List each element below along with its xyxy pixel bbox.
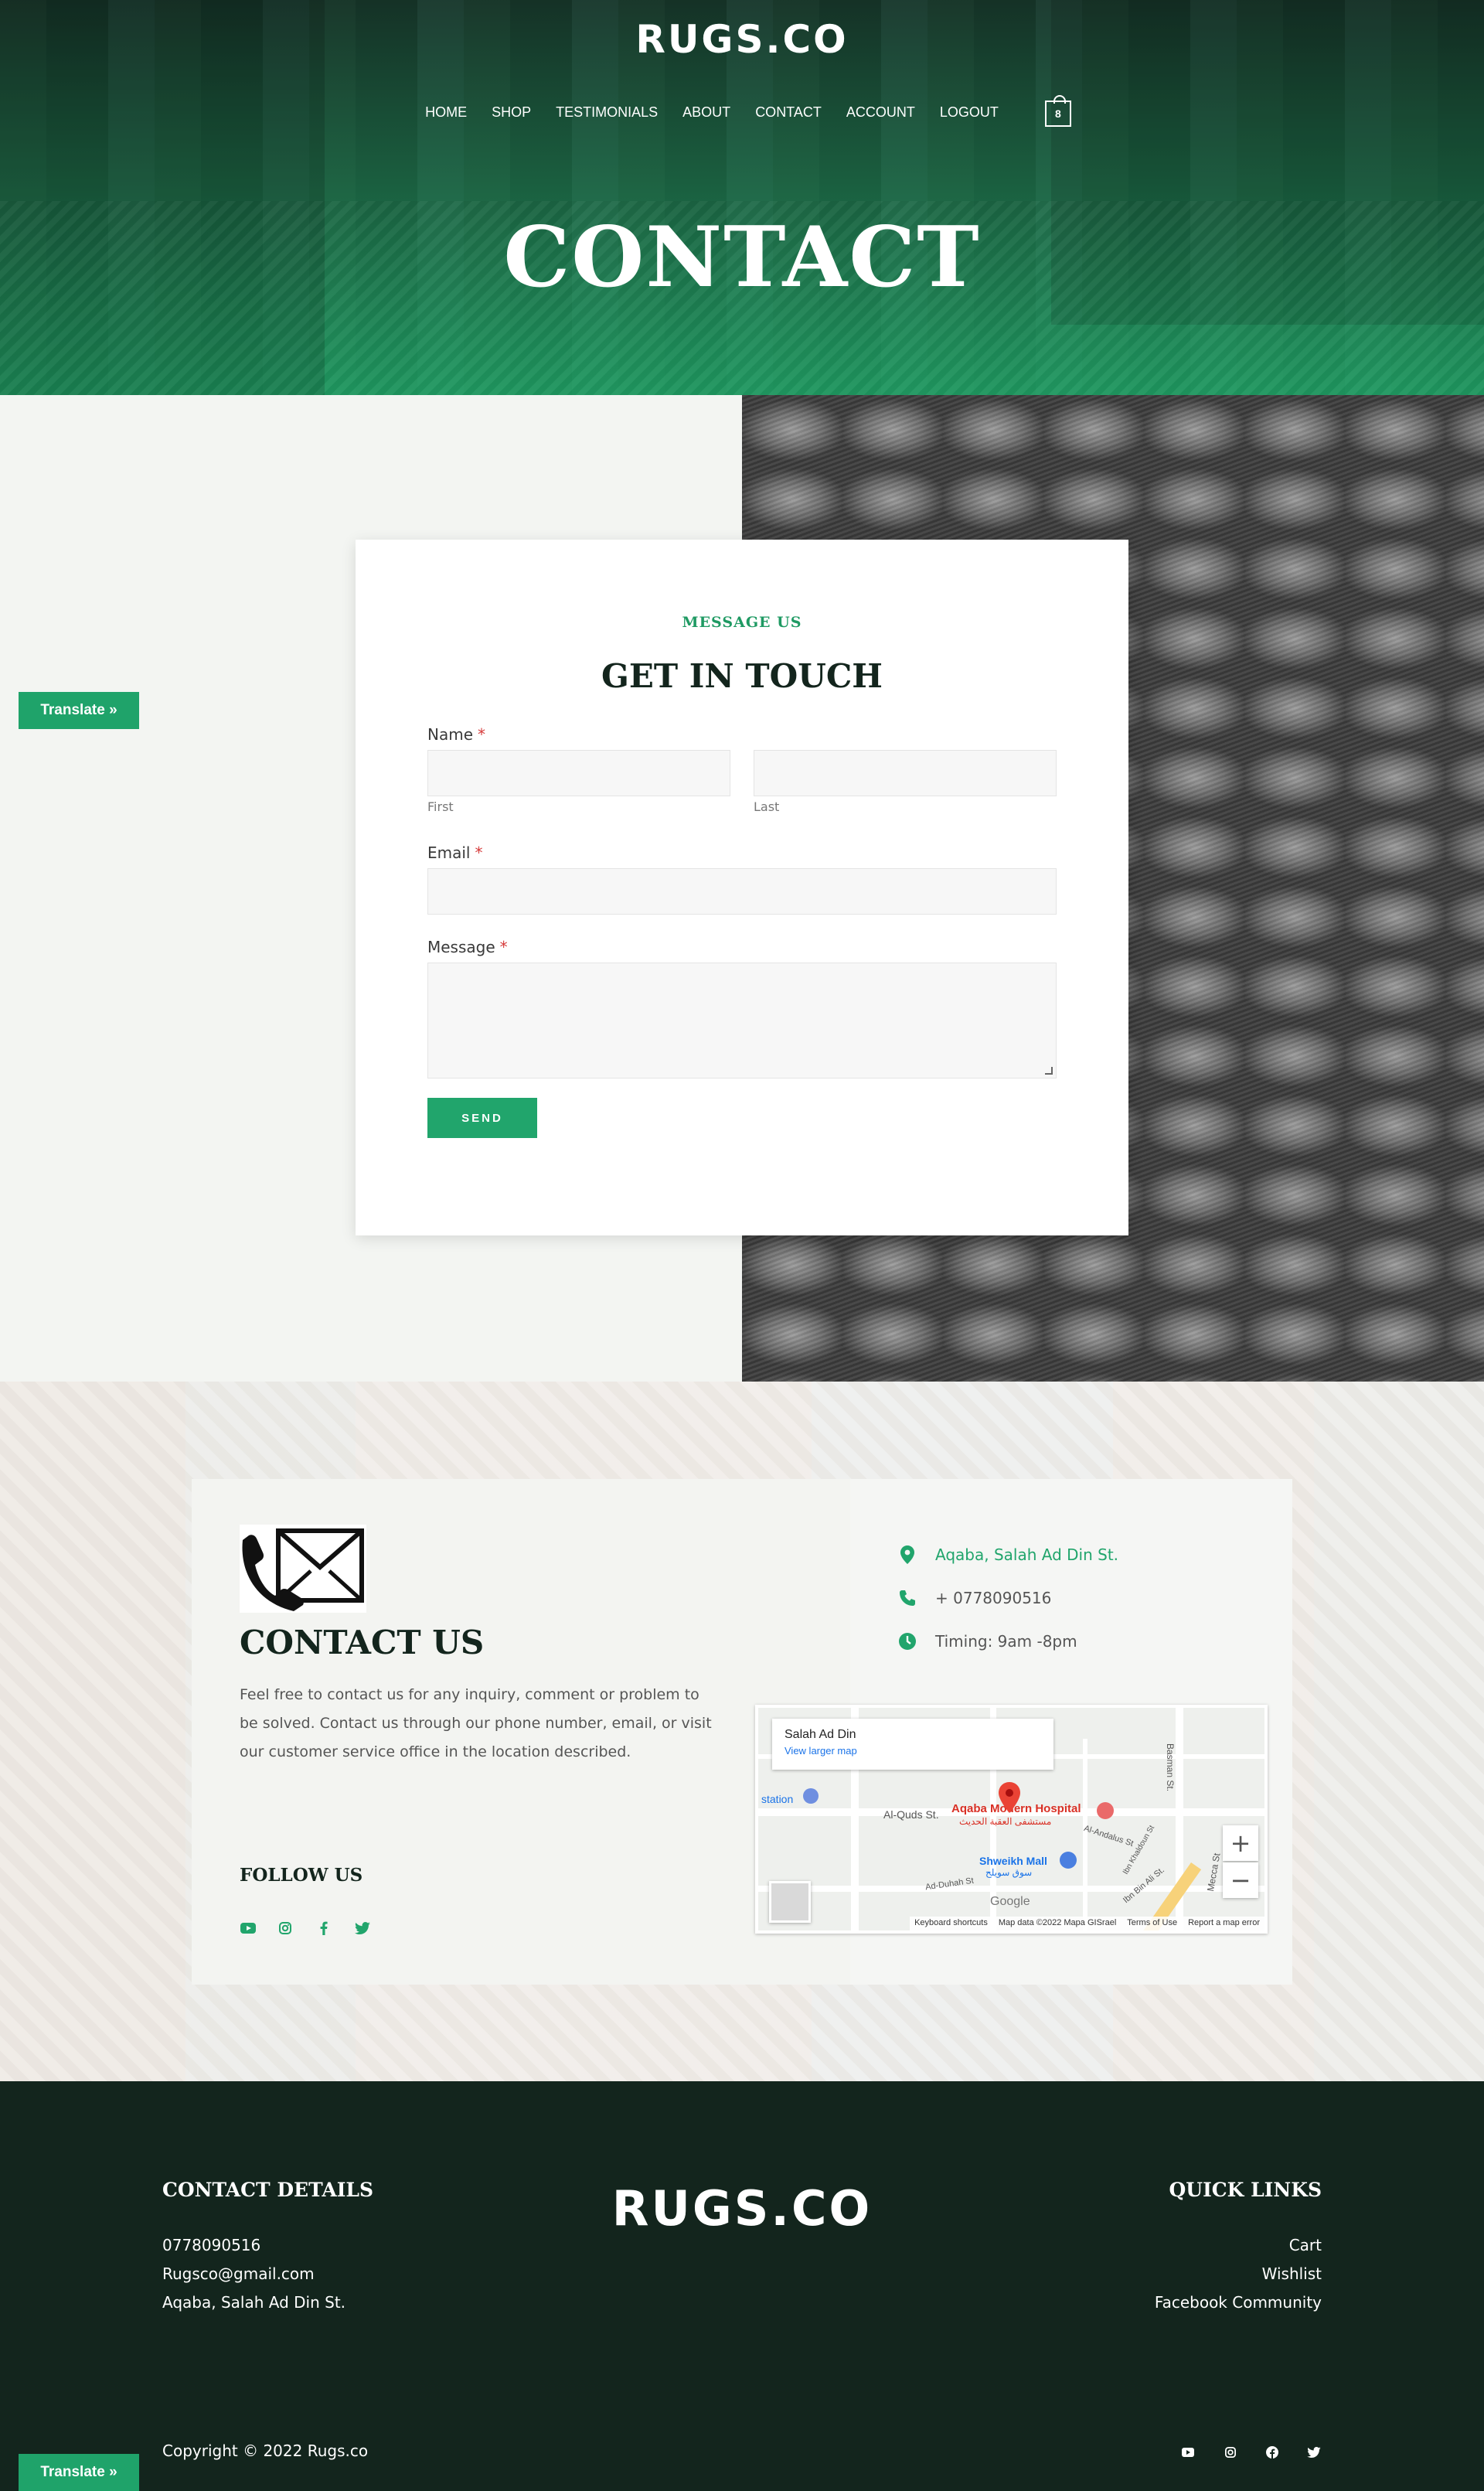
instagram-icon[interactable] bbox=[278, 1919, 292, 1937]
envelope-phone-icon bbox=[240, 1525, 366, 1613]
nav-testimonials[interactable]: TESTIMONIALS bbox=[556, 104, 658, 121]
last-name-input[interactable] bbox=[754, 750, 1057, 796]
translate-button-footer[interactable]: Translate » bbox=[19, 2454, 139, 2491]
phone-row: + 0778090516 bbox=[897, 1587, 1051, 1609]
site-footer bbox=[0, 2081, 1484, 2491]
nav-account[interactable]: ACCOUNT bbox=[846, 104, 915, 121]
address-row: Aqaba, Salah Ad Din St. bbox=[897, 1544, 1118, 1566]
site-logo[interactable]: RUGS.CO bbox=[0, 17, 1484, 62]
map-label-mall: Shweikh Mall bbox=[979, 1855, 1047, 1867]
map-data-attribution: Map data ©2022 Mapa GISrael bbox=[998, 1918, 1117, 1927]
footer-email[interactable]: Rugsco@gmail.com bbox=[162, 2264, 315, 2283]
map-place-title: Salah Ad Din bbox=[785, 1728, 856, 1741]
footer-copyright: Copyright © 2022 Rugs.co bbox=[162, 2442, 369, 2460]
main-nav: HOME SHOP TESTIMONIALS ABOUT CONTACT ACC… bbox=[0, 95, 1484, 127]
map-label-ibn-khaldoun: Ibn Khaldoun St bbox=[1122, 1824, 1157, 1876]
nav-logout[interactable]: LOGOUT bbox=[940, 104, 999, 121]
zoom-in-button[interactable]: + bbox=[1223, 1825, 1258, 1861]
footer-link-wishlist[interactable]: Wishlist bbox=[1262, 2264, 1322, 2283]
map-pin-icon[interactable] bbox=[998, 1782, 1021, 1813]
location-pin-icon bbox=[897, 1544, 918, 1566]
translate-button[interactable]: Translate » bbox=[19, 692, 139, 729]
google-map[interactable]: Salah Ad Din View larger map station Al-… bbox=[755, 1705, 1268, 1934]
resize-handle-icon[interactable] bbox=[1045, 1067, 1053, 1075]
map-label-station: station bbox=[761, 1793, 794, 1805]
contact-us-description: Feel free to contact us for any inquiry,… bbox=[240, 1686, 712, 1760]
phone-icon bbox=[897, 1587, 918, 1609]
facebook-icon[interactable] bbox=[318, 1919, 329, 1937]
footer-link-facebook-community[interactable]: Facebook Community bbox=[1155, 2293, 1322, 2312]
mall-marker-icon bbox=[1060, 1852, 1077, 1869]
message-label: Message * bbox=[427, 938, 508, 956]
footer-link-cart[interactable]: Cart bbox=[1289, 2236, 1322, 2254]
clock-icon bbox=[897, 1631, 918, 1652]
cart-icon[interactable]: 8 bbox=[1044, 95, 1071, 127]
map-label-mall-ar: سوق سويلح bbox=[985, 1867, 1033, 1878]
address-text[interactable]: Aqaba, Salah Ad Din St. bbox=[935, 1545, 1118, 1564]
required-mark: * bbox=[499, 938, 508, 956]
map-label-al-quds: Al-Quds St. bbox=[883, 1808, 939, 1821]
footer-youtube-icon[interactable] bbox=[1179, 2443, 1197, 2462]
cart-count: 8 bbox=[1054, 107, 1061, 120]
send-button[interactable]: SEND bbox=[427, 1098, 537, 1138]
message-textarea[interactable] bbox=[427, 963, 1057, 1079]
nav-shop[interactable]: SHOP bbox=[492, 104, 531, 121]
hospital-marker-icon bbox=[1097, 1802, 1114, 1819]
footer-twitter-icon[interactable] bbox=[1305, 2443, 1323, 2462]
view-larger-map-link[interactable]: View larger map bbox=[785, 1745, 1041, 1757]
zoom-out-button[interactable]: − bbox=[1223, 1862, 1258, 1898]
last-sub-label: Last bbox=[754, 799, 780, 814]
message-label-text: Message bbox=[427, 938, 495, 956]
phone-text: + 0778090516 bbox=[935, 1589, 1052, 1607]
google-logo: Google bbox=[990, 1895, 1030, 1908]
contact-form-card: MESSAGE US GET IN TOUCH Name * First Last… bbox=[356, 540, 1128, 1235]
email-field[interactable] bbox=[427, 868, 1057, 915]
map-terms-link[interactable]: Terms of Use bbox=[1127, 1918, 1177, 1929]
footer-quick-links-title: QUICK LINKS bbox=[1169, 2179, 1322, 2201]
footer-address: Aqaba, Salah Ad Din St. bbox=[162, 2293, 346, 2312]
nav-home[interactable]: HOME bbox=[425, 104, 467, 121]
name-label-text: Name bbox=[427, 725, 474, 744]
map-label-al-andalus: Al-Andalus St bbox=[1082, 1823, 1135, 1849]
nav-about[interactable]: ABOUT bbox=[682, 104, 730, 121]
youtube-icon[interactable] bbox=[240, 1919, 257, 1937]
page-title: CONTACT bbox=[503, 209, 981, 306]
footer-instagram-icon[interactable] bbox=[1221, 2443, 1240, 2462]
map-report-error-link[interactable]: Report a map error bbox=[1188, 1918, 1260, 1929]
map-label-basman: Basman St. bbox=[1165, 1743, 1176, 1792]
first-sub-label: First bbox=[427, 799, 454, 814]
nav-contact[interactable]: CONTACT bbox=[755, 104, 822, 121]
twitter-icon[interactable] bbox=[354, 1919, 371, 1937]
satellite-toggle[interactable] bbox=[769, 1881, 811, 1923]
follow-us-title: FOLLOW US bbox=[240, 1865, 363, 1886]
timing-text: Timing: 9am -8pm bbox=[935, 1632, 1077, 1651]
first-name-input[interactable] bbox=[427, 750, 730, 796]
transit-marker-icon bbox=[803, 1788, 819, 1804]
map-label-hospital-ar: مستشفى العقبة الحديث bbox=[959, 1816, 1052, 1827]
email-label: Email * bbox=[427, 843, 483, 862]
form-title: GET IN TOUCH bbox=[601, 657, 883, 695]
required-mark: * bbox=[475, 843, 483, 862]
map-footer: Keyboard shortcuts Map data ©2022 Mapa G… bbox=[910, 1917, 1264, 1930]
form-eyebrow: MESSAGE US bbox=[682, 614, 802, 631]
timing-row: Timing: 9am -8pm bbox=[897, 1631, 1077, 1652]
footer-phone: 0778090516 bbox=[162, 2236, 261, 2254]
required-mark: * bbox=[478, 725, 486, 744]
map-info-card: Salah Ad Din View larger map bbox=[772, 1719, 1053, 1770]
contact-us-title: CONTACT US bbox=[240, 1624, 485, 1661]
footer-facebook-icon[interactable] bbox=[1263, 2443, 1281, 2462]
email-label-text: Email bbox=[427, 843, 471, 862]
map-keyboard-shortcuts[interactable]: Keyboard shortcuts bbox=[914, 1918, 988, 1929]
name-label: Name * bbox=[427, 725, 485, 744]
